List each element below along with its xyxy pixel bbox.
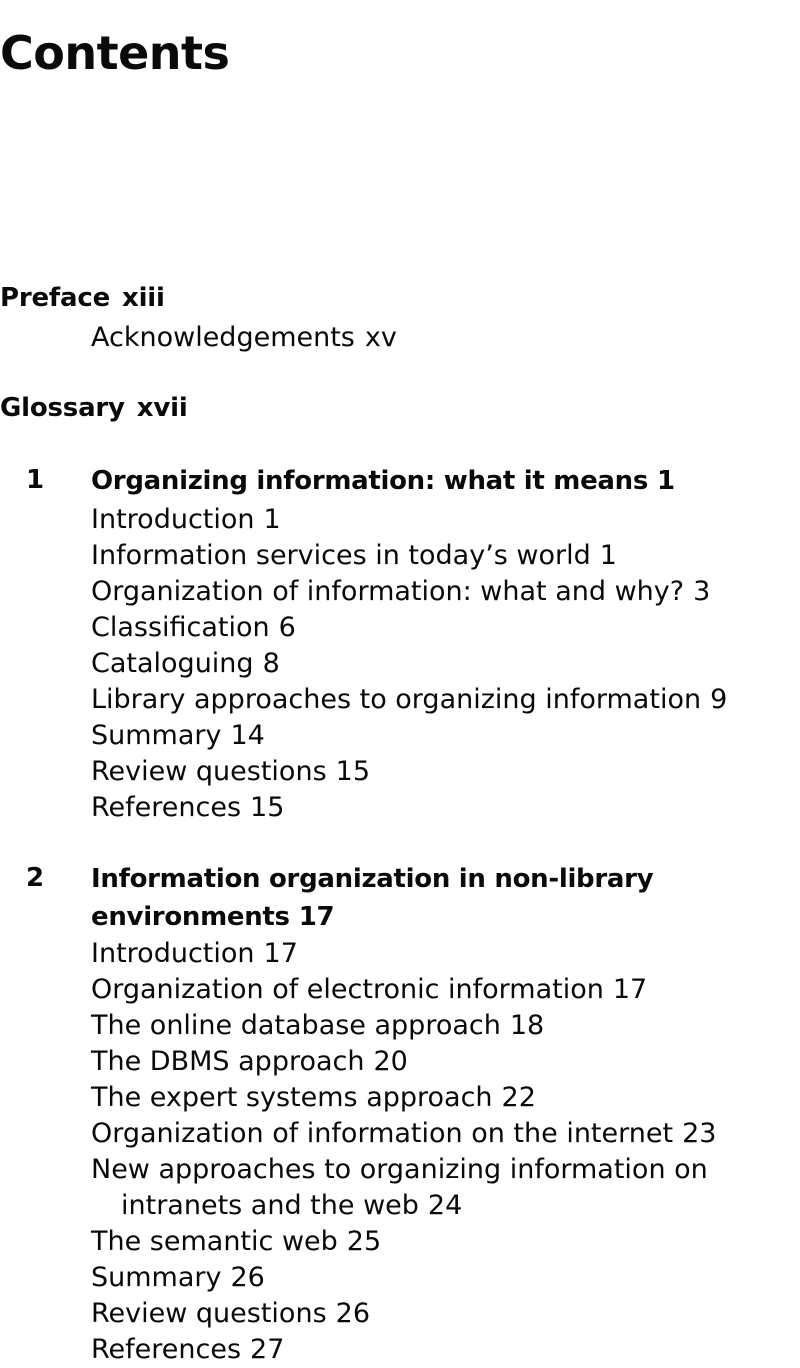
toc-section[interactable]: The online database approach 18 [0, 1008, 800, 1044]
toc-section[interactable]: References 15 [0, 790, 800, 826]
chapter-heading-1[interactable]: 1 Organizing information: what it means 1 [0, 462, 800, 502]
section-label: Organization of electronic information [91, 974, 604, 1005]
toc-section[interactable]: Introduction 1 [0, 502, 800, 538]
toc-section[interactable]: Cataloguing 8 [0, 646, 800, 682]
section-page-number: 27 [250, 1334, 285, 1365]
toc-entry-glossary[interactable]: Glossary xvii [0, 388, 800, 428]
section-label: Summary [91, 720, 222, 751]
chapter-title-text: Information organization in non-library … [91, 864, 654, 932]
section-label: Library approaches to organizing informa… [91, 684, 702, 715]
section-page-number: 1 [599, 540, 617, 571]
toc-section[interactable]: Organization of electronic information 17 [0, 972, 800, 1008]
chapter-title-text: Organizing information: what it means [91, 466, 649, 496]
front-matter-group: Preface xiii Acknowledgements xv [0, 278, 800, 358]
entry-label: Glossary [0, 393, 125, 423]
entry-label: Acknowledgements [91, 322, 355, 353]
section-page-number: 23 [682, 1118, 717, 1149]
section-label: Summary [91, 1262, 222, 1293]
section-page-number: 22 [501, 1082, 536, 1113]
chapter-page-number: 17 [298, 902, 335, 932]
section-page-number: 14 [230, 720, 265, 751]
toc-section[interactable]: Organization of information on the inter… [0, 1116, 800, 1152]
section-label: Organization of information on the inter… [91, 1118, 674, 1149]
section-label: The online database approach [91, 1010, 501, 1041]
section-page-number: 3 [693, 576, 711, 607]
section-label: References [91, 1334, 242, 1365]
toc-section[interactable]: Introduction 17 [0, 936, 800, 972]
glossary-group: Glossary xvii [0, 388, 800, 428]
section-label: The DBMS approach [91, 1046, 365, 1077]
toc-page: Contents Preface xiii Acknowledgements xv … [0, 0, 800, 1365]
section-label: Cataloguing [91, 648, 254, 679]
toc-section[interactable]: Summary 26 [0, 1260, 800, 1296]
toc-section[interactable]: Classification 6 [0, 610, 800, 646]
section-page-number: 24 [427, 1190, 463, 1221]
section-label: The semantic web [91, 1226, 338, 1257]
toc-entry-acknowledgements[interactable]: Acknowledgements xv [0, 318, 800, 358]
section-label: Review questions [91, 756, 327, 787]
toc-section[interactable]: The semantic web 25 [0, 1224, 800, 1260]
section-page-number: 8 [262, 648, 280, 679]
section-page-number: 1 [263, 504, 281, 535]
chapter-title: Organizing information: what it means 1 [91, 462, 731, 500]
toc-section[interactable]: The expert systems approach 22 [0, 1080, 800, 1116]
section-page-number: 17 [612, 974, 648, 1005]
section-label: Introduction [91, 938, 255, 969]
section-page-number: 17 [263, 938, 298, 969]
section-page-number: 15 [335, 756, 370, 787]
toc-section[interactable]: The DBMS approach 20 [0, 1044, 800, 1080]
page-title: Contents [0, 25, 230, 80]
chapter-heading-2[interactable]: 2 Information organization in non-librar… [0, 860, 800, 936]
entry-page-number: xv [364, 322, 397, 353]
toc-section[interactable]: Summary 14 [0, 718, 800, 754]
toc-section[interactable]: Information services in today’s world 1 [0, 538, 800, 574]
section-label: Introduction [91, 504, 255, 535]
section-page-number: 20 [373, 1046, 408, 1077]
section-page-number: 6 [278, 612, 296, 643]
chapter-number: 2 [26, 863, 45, 893]
toc-section[interactable]: Review questions 15 [0, 754, 800, 790]
section-label: New approaches to organizing information… [91, 1154, 708, 1221]
section-page-number: 18 [509, 1010, 545, 1041]
section-page-number: 25 [346, 1226, 382, 1257]
toc-entry-preface[interactable]: Preface xiii [0, 278, 800, 318]
section-page-number: 9 [710, 684, 728, 715]
section-page-number: 15 [250, 792, 285, 823]
section-label: Information services in today’s world [91, 540, 591, 571]
chapter-block-2: 2 Information organization in non-librar… [0, 860, 800, 1368]
entry-page-number: xiii [122, 283, 165, 313]
section-label: Classification [91, 612, 270, 643]
entry-page-number: xvii [136, 393, 188, 423]
entry-label: Preface [0, 283, 111, 313]
toc-section[interactable]: Organization of information: what and wh… [0, 574, 800, 610]
section-page-number: 26 [230, 1262, 265, 1293]
chapter-number: 1 [26, 465, 45, 495]
section-label: Organization of information: what and wh… [91, 576, 685, 607]
toc-section[interactable]: Library approaches to organizing informa… [0, 682, 800, 718]
section-label: The expert systems approach [91, 1082, 493, 1113]
toc-section[interactable]: New approaches to organizing information… [0, 1152, 800, 1224]
chapter-page-number: 1 [657, 466, 675, 496]
toc-section[interactable]: Review questions 26 [0, 1296, 800, 1332]
section-label: References [91, 792, 242, 823]
chapter-title: Information organization in non-library … [91, 860, 731, 936]
section-page-number: 26 [335, 1298, 370, 1329]
chapter-block-1: 1 Organizing information: what it means 1… [0, 462, 800, 826]
section-label: Review questions [91, 1298, 327, 1329]
